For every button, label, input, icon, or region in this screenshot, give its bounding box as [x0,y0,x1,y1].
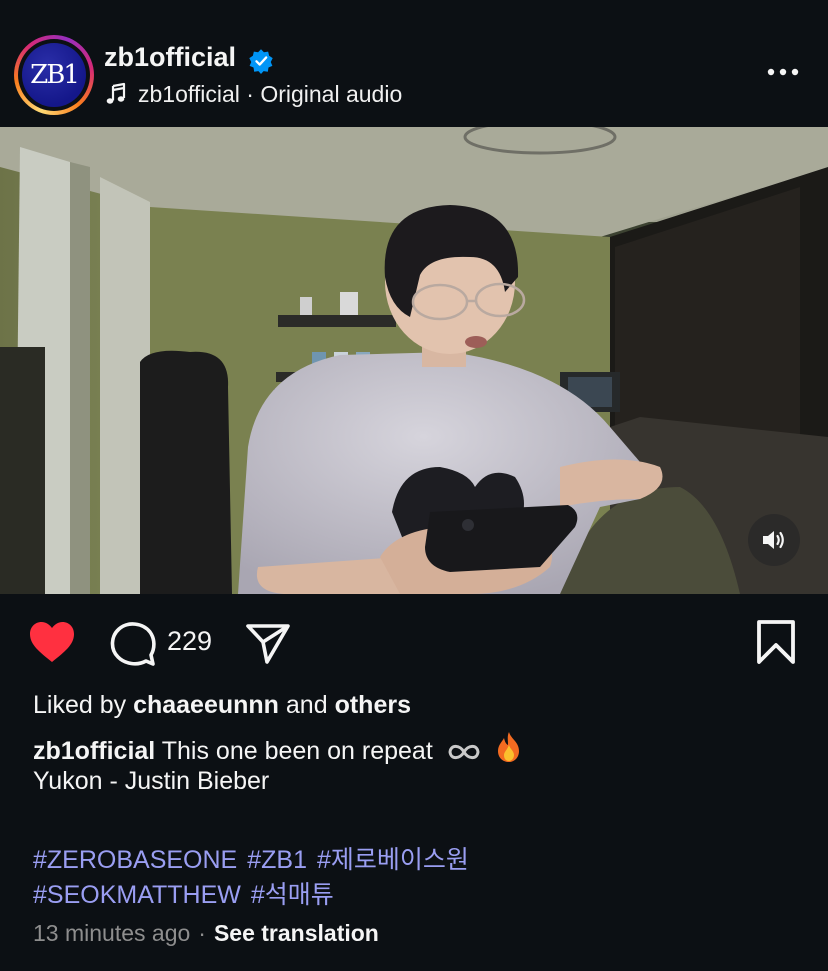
hashtags-line-2: #SEOKMATTHEW #석매튜 [33,875,344,911]
caption-text: This one been on repeat [161,737,433,765]
audio-link[interactable]: zb1official · Original audio [104,79,402,109]
fire-icon [497,732,519,762]
audio-owner: zb1official [138,80,240,107]
hashtag-link[interactable]: #석매튜 [251,881,334,909]
comment-icon[interactable] [110,621,156,667]
infinity-icon [448,744,480,760]
speaker-icon [763,531,784,549]
caption-line: zb1official This one been on repeat [33,731,523,766]
hashtag-link[interactable]: #SEOKMATTHEW [33,881,241,909]
music-note-icon [106,82,126,104]
send-icon[interactable] [245,620,291,666]
heart-icon[interactable] [28,620,76,664]
comment-count[interactable]: 229 [167,626,212,657]
avatar-story-ring[interactable]: ZB1 [14,35,94,115]
video-frame [0,127,828,594]
hashtags-line-1: #ZEROBASEONE #ZB1 #제로베이스원 [33,840,479,876]
hashtag-link[interactable]: #ZEROBASEONE [33,846,237,874]
audio-title: Original audio [260,80,403,107]
bookmark-icon[interactable] [755,619,797,665]
reel-video[interactable] [0,127,828,594]
see-translation-link[interactable]: See translation [214,920,379,946]
liked-by-and: and [285,691,328,719]
post-header: ZB1 zb1official zb1official · Original a… [0,0,828,127]
hashtag-link[interactable]: #ZB1 [247,846,307,874]
post-meta: 13 minutes ago · See translation [33,920,379,947]
liked-by-line: Liked by chaaeeunnn and others [33,691,411,720]
liked-by-user[interactable]: chaaeeunnn [133,691,279,719]
more-options-icon[interactable] [766,62,800,82]
post-time: 13 minutes ago [33,920,191,946]
caption-username[interactable]: zb1official [33,737,155,765]
liked-by-prefix: Liked by [33,691,127,719]
verified-badge-icon [249,49,273,74]
liked-by-others[interactable]: others [335,691,411,719]
sound-toggle-button[interactable] [748,514,800,566]
post-username[interactable]: zb1official [104,42,236,73]
avatar[interactable]: ZB1 [22,43,86,107]
caption-song-line: Yukon - Justin Bieber [33,767,270,795]
meta-separator: · [198,920,206,946]
audio-separator: · [239,80,261,107]
hashtag-link[interactable]: #제로베이스원 [317,846,469,874]
